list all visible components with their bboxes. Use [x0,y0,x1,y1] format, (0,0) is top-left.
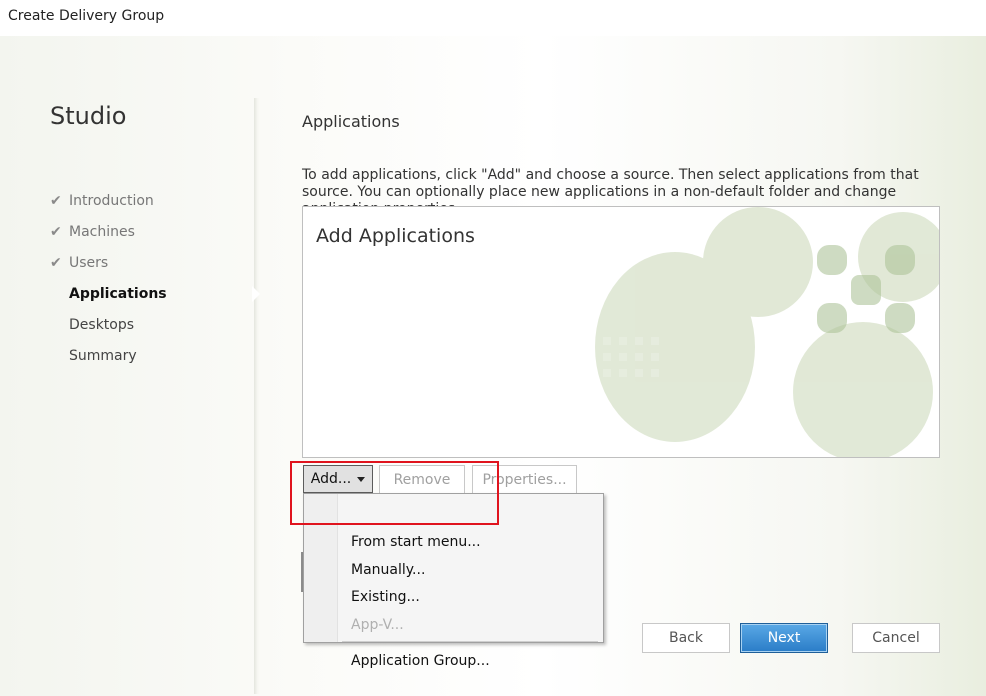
checkmark-icon: ✔ [50,193,62,209]
menu-item-app-v: App-V... [351,617,404,633]
studio-heading: Studio [50,102,127,130]
menu-item-application-group[interactable]: Application Group... [351,653,490,669]
step-label: Machines [69,224,135,240]
menu-item-existing[interactable]: Existing... [351,589,420,605]
step-applications[interactable]: Applications [50,284,167,315]
cancel-button[interactable]: Cancel [852,623,940,653]
step-machines[interactable]: ✔ Machines [50,222,167,253]
menu-item-from-start-menu[interactable]: From start menu... [351,534,481,550]
applications-box-title: Add Applications [316,225,475,247]
checkmark-icon: ✔ [50,255,62,271]
step-label: Introduction [69,193,154,209]
checkmark-icon: ✔ [50,224,62,240]
step-introduction[interactable]: ✔ Introduction [50,191,167,222]
wizard-steps-nav: ✔ Introduction ✔ Machines ✔ Users Applic… [50,191,167,377]
step-label: Applications [69,286,167,302]
menu-item-manually[interactable]: Manually... [351,562,425,578]
step-summary[interactable]: Summary [50,346,167,377]
current-step-pointer [252,286,260,302]
annotation-highlight-box [290,461,499,525]
step-label: Users [69,255,109,271]
step-desktops[interactable]: Desktops [50,315,167,346]
step-users[interactable]: ✔ Users [50,253,167,284]
page-title: Applications [302,112,400,131]
sidebar-divider [254,98,260,694]
back-button[interactable]: Back [642,623,730,653]
applications-list-box[interactable]: Add Applications [302,206,940,458]
menu-separator [342,641,598,642]
window-title: Create Delivery Group [8,8,165,24]
title-bar: Create Delivery Group [0,0,986,36]
next-button[interactable]: Next [740,623,828,653]
step-label: Desktops [69,317,135,333]
step-label: Summary [69,348,137,364]
